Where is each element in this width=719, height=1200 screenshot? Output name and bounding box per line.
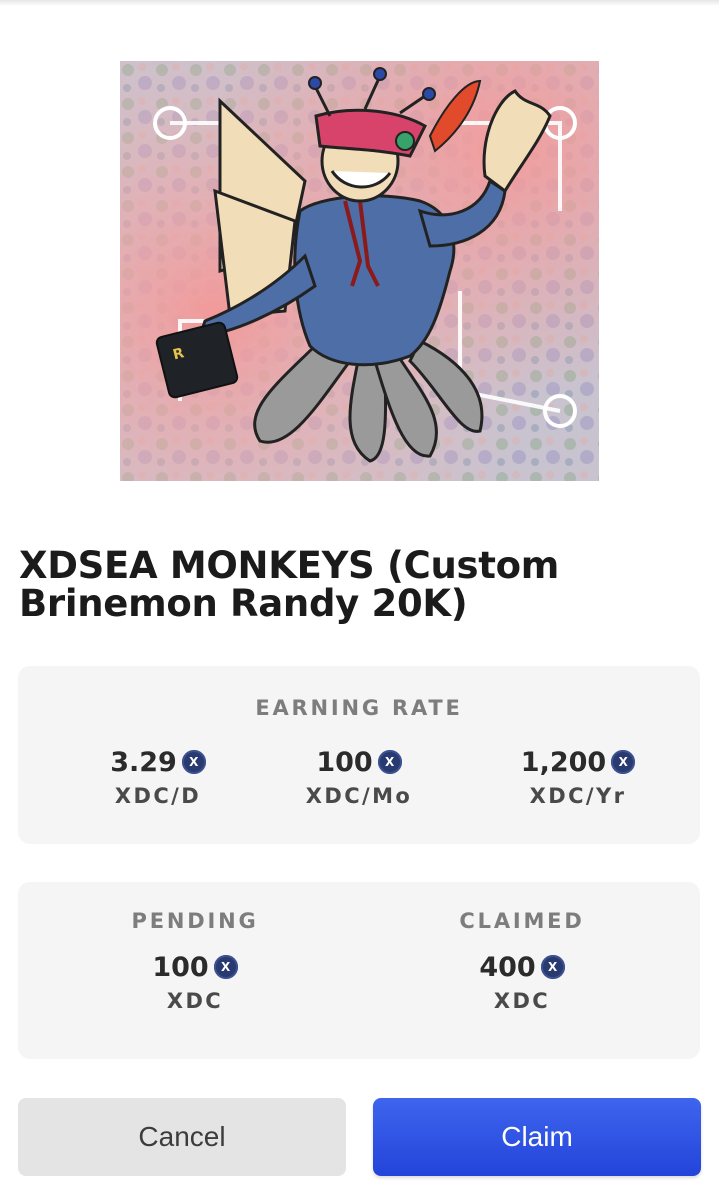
pending-value: 100 xyxy=(152,951,209,983)
rate-yearly-value-row: 1,200 X xyxy=(478,744,678,780)
rate-daily-unit: XDC/D xyxy=(114,784,202,808)
claim-button[interactable]: Claim xyxy=(373,1098,701,1176)
rate-monthly: 100 X XDC/Mo xyxy=(259,744,459,809)
rate-daily-value: 3.29 xyxy=(110,746,177,778)
nft-title: XDSEA MONKEYS (Custom Brinemon Randy 20K… xyxy=(19,544,559,625)
xdc-coin-icon: X xyxy=(540,955,565,979)
rate-yearly: 1,200 X XDC/Yr xyxy=(478,744,678,808)
claimed-value-row: 400 X xyxy=(422,949,622,985)
rewards-status-panel: PENDING 100 X XDC CLAIMED 400 X XDC xyxy=(18,882,700,1059)
pending-rewards: PENDING 100 X XDC xyxy=(95,909,295,1013)
cancel-button[interactable]: Cancel xyxy=(18,1098,346,1176)
top-shadow xyxy=(0,0,719,6)
xdc-coin-icon: X xyxy=(377,750,402,774)
claimed-label: CLAIMED xyxy=(459,909,585,933)
pending-value-row: 100 X xyxy=(95,949,295,985)
claimed-unit: XDC xyxy=(493,989,551,1013)
pending-unit: XDC xyxy=(166,989,224,1013)
rate-yearly-unit: XDC/Yr xyxy=(529,784,627,808)
rate-monthly-value-row: 100 X xyxy=(259,744,459,780)
rate-monthly-value: 100 xyxy=(316,746,373,778)
xdc-coin-icon: X xyxy=(213,955,238,979)
earning-rate-label: EARNING RATE xyxy=(255,696,463,720)
xdc-coin-icon: X xyxy=(181,750,206,774)
earning-rate-panel: EARNING RATE 3.29 X XDC/D 100 X XDC/Mo 1… xyxy=(18,666,700,844)
rate-daily: 3.29 X XDC/D xyxy=(58,744,258,808)
claimed-value: 400 xyxy=(479,951,536,983)
rate-daily-value-row: 3.29 X xyxy=(58,744,258,780)
pending-label: PENDING xyxy=(131,909,259,933)
nft-image: R xyxy=(120,61,599,481)
claimed-rewards: CLAIMED 400 X XDC xyxy=(422,909,622,1013)
rate-yearly-value: 1,200 xyxy=(520,746,607,778)
xdc-coin-icon: X xyxy=(611,750,636,774)
rate-monthly-unit: XDC/Mo xyxy=(305,784,413,808)
